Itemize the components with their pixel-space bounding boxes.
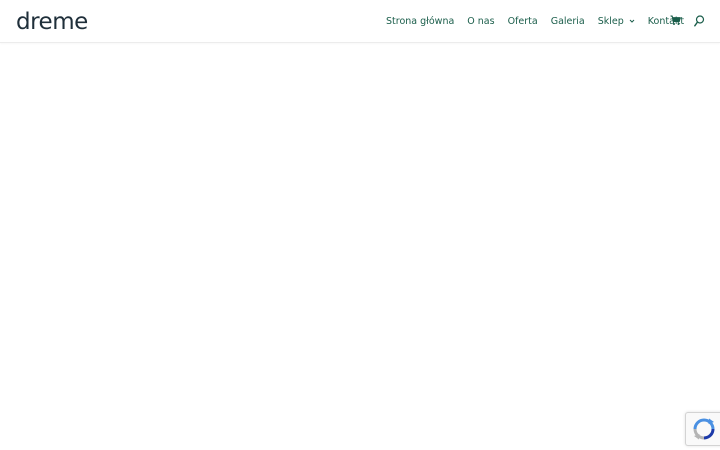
main-nav: Strona główna O nas Oferta Galeria Sklep… bbox=[386, 15, 684, 29]
shopping-cart-icon[interactable] bbox=[670, 15, 681, 26]
nav-item-about[interactable]: O nas bbox=[467, 15, 494, 29]
nav-item-shop-label: Sklep bbox=[597, 16, 624, 27]
nav-item-offer[interactable]: Oferta bbox=[508, 15, 538, 29]
nav-item-home[interactable]: Strona główna bbox=[386, 15, 454, 29]
recaptcha-icon bbox=[693, 418, 715, 440]
recaptcha-badge[interactable] bbox=[685, 412, 720, 446]
site-header: dreme Strona główna O nas Oferta Galeria… bbox=[0, 0, 720, 43]
chevron-down-icon bbox=[629, 19, 635, 23]
nav-item-gallery[interactable]: Galeria bbox=[551, 15, 585, 29]
nav-item-shop[interactable]: Sklep bbox=[598, 15, 635, 29]
search-icon[interactable] bbox=[694, 15, 705, 27]
page: dreme Strona główna O nas Oferta Galeria… bbox=[0, 0, 720, 450]
site-logo[interactable]: dreme bbox=[16, 11, 88, 34]
